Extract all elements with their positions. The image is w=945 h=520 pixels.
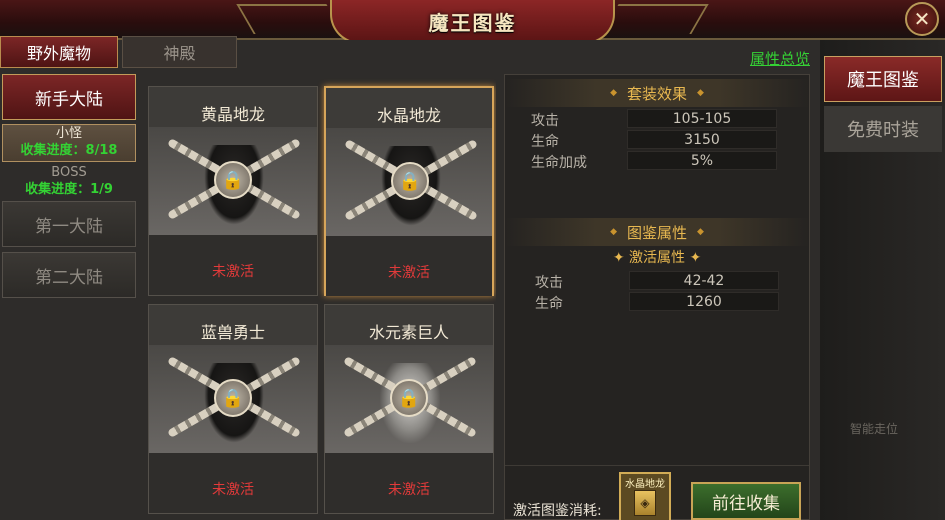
main-panel: 野外魔物 神殿 属性总览 新手大陆 小怪 收集进度：8/18 BOSS 收集进度… — [0, 36, 820, 520]
category-tabs: 野外魔物 神殿 属性总览 — [0, 36, 820, 72]
cost-item-name: 水晶地龙 — [625, 479, 665, 490]
lock-icon: 🔒 — [214, 379, 252, 417]
activation-status: 未激活 — [388, 482, 430, 498]
activation-status: 未激活 — [388, 265, 430, 281]
close-button[interactable]: ✕ — [905, 2, 939, 36]
auto-navigate-label: 智能走位 — [850, 422, 899, 436]
minor-monster-progress: 收集进度：8/18 — [20, 143, 118, 158]
activation-status: 未激活 — [212, 482, 254, 498]
lock-icon: 🔒 — [391, 162, 429, 200]
title-ornament-left — [236, 4, 344, 34]
stat-value: 42-42 — [629, 271, 779, 290]
window-title: 魔王图鉴 — [428, 10, 517, 35]
go-collect-button[interactable]: 前往收集 — [691, 482, 801, 520]
title-plate: 魔王图鉴 — [330, 0, 615, 44]
monster-card[interactable]: 水晶地龙 🔒 未激活 — [324, 86, 494, 296]
title-ornament-right — [601, 4, 709, 34]
monster-card[interactable]: 黄晶地龙 🔒 未激活 — [148, 86, 318, 296]
stat-value: 5% — [627, 151, 777, 170]
boss-group[interactable]: BOSS 收集进度：1/9 — [2, 164, 136, 200]
stat-row: 生命 3150 — [505, 130, 809, 150]
lock-icon: 🔒 — [390, 379, 428, 417]
attribute-panel: 套装效果 攻击 105-105 生命 3150 生命加成 5% 图鉴属性 ✦ 激… — [504, 74, 810, 520]
stat-row: 生命加成 5% — [505, 151, 809, 171]
monster-portrait: 🔒 — [149, 345, 317, 453]
tab-temple[interactable]: 神殿 — [122, 36, 237, 68]
side-tab-column: 魔王图鉴 免费时装 智能走位 — [820, 40, 945, 520]
activation-attr-subtitle: ✦ 激活属性 ✦ — [612, 250, 702, 266]
continent-sidebar: 新手大陆 小怪 收集进度：8/18 BOSS 收集进度：1/9 第一大陆 🔒 第… — [0, 72, 140, 352]
monster-portrait: 🔒 — [326, 128, 492, 236]
monster-card[interactable]: 蓝兽勇士 🔒 未激活 — [148, 304, 318, 514]
monster-name: 黄晶地龙 — [200, 105, 265, 124]
set-effect-header: 套装效果 — [505, 79, 809, 107]
codex-attr-header: 图鉴属性 — [505, 218, 809, 246]
stat-row: 攻击 105-105 — [505, 109, 809, 129]
card-item-icon: ◈ — [634, 490, 656, 516]
boss-progress: 收集进度：1/9 — [25, 182, 113, 197]
monster-name: 水元素巨人 — [368, 323, 449, 342]
monster-portrait: 🔒 — [325, 345, 493, 453]
stat-label: 生命 — [531, 134, 559, 150]
set-effect-title: 套装效果 — [626, 84, 687, 103]
stat-value: 105-105 — [627, 109, 777, 128]
continent-second[interactable]: 第二大陆 — [2, 252, 136, 298]
title-bar: 魔王图鉴 ✕ — [0, 0, 945, 44]
minor-monster-title: 小怪 — [55, 126, 82, 141]
lock-icon: 🔒 — [214, 161, 252, 199]
tab-wild-monsters[interactable]: 野外魔物 — [0, 36, 118, 68]
stat-label: 攻击 — [535, 275, 563, 291]
boss-title: BOSS — [51, 165, 87, 180]
tab-free-fashion[interactable]: 免费时装 — [824, 106, 942, 152]
continent-first[interactable]: 第一大陆 — [2, 201, 136, 247]
monster-card-grid: 黄晶地龙 🔒 未激活 水晶地龙 🔒 未激活 蓝兽勇士 🔒 未激活 水元素巨人 🔒… — [146, 78, 496, 520]
codex-attr-title: 图鉴属性 — [626, 223, 687, 242]
attribute-overview-link[interactable]: 属性总览 — [750, 48, 810, 69]
activation-status: 未激活 — [212, 264, 254, 280]
stat-label: 生命加成 — [531, 155, 587, 171]
monster-card[interactable]: 水元素巨人 🔒 未激活 — [324, 304, 494, 514]
continent-newbie[interactable]: 新手大陆 — [2, 74, 136, 120]
monster-name: 蓝兽勇士 — [200, 323, 265, 342]
monster-portrait: 🔒 — [149, 127, 317, 235]
stat-value: 1260 — [629, 292, 779, 311]
activation-cost-bar: 激活图鉴消耗: 水晶地龙 ◈ 0/5 前往收集 — [505, 465, 809, 520]
cost-item-slot[interactable]: 水晶地龙 ◈ — [619, 472, 671, 520]
tab-demon-codex[interactable]: 魔王图鉴 — [824, 56, 942, 102]
stat-row: 生命 1260 — [505, 292, 809, 312]
monster-name: 水晶地龙 — [376, 106, 441, 125]
stat-row: 攻击 42-42 — [505, 271, 809, 291]
stat-label: 攻击 — [531, 113, 559, 129]
cost-label: 激活图鉴消耗: — [513, 503, 602, 519]
stat-label: 生命 — [535, 296, 563, 312]
minor-monster-group[interactable]: 小怪 收集进度：8/18 — [2, 124, 136, 162]
stat-value: 3150 — [627, 130, 777, 149]
